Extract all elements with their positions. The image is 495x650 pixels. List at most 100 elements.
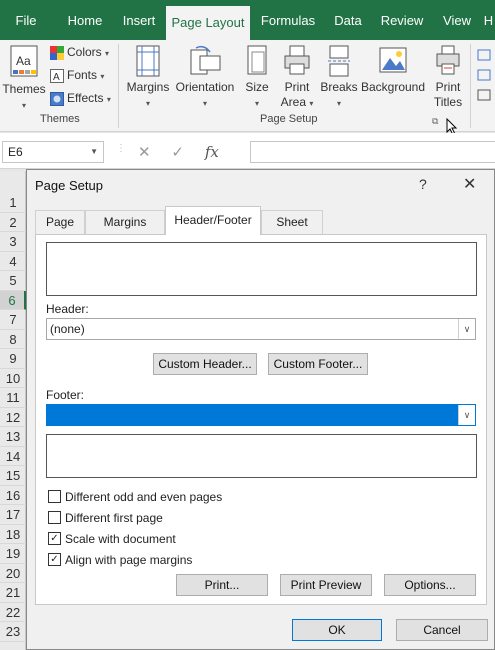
chevron-down-icon: ▾ [336, 99, 341, 108]
formula-bar: E6 ▼ ⋮ ✕ ✓ fx [0, 133, 495, 169]
breaks-label: Breaks [320, 80, 358, 94]
print-titles-button[interactable]: Print Titles [430, 44, 466, 110]
svg-text:Aa: Aa [16, 54, 31, 68]
help-icon[interactable]: ? [419, 176, 427, 192]
svg-text:A: A [53, 72, 60, 83]
background-button[interactable]: Background [359, 44, 427, 95]
row-header[interactable]: 5 [0, 271, 26, 291]
name-box[interactable]: E6 ▼ [2, 141, 104, 163]
size-button[interactable]: Size ▾ [240, 44, 274, 111]
group-separator [470, 44, 471, 128]
fonts-button[interactable]: A Fonts ▾ [50, 65, 104, 85]
orientation-button[interactable]: Orientation ▾ [172, 44, 238, 111]
print-titles-label-2: Titles [433, 95, 463, 109]
row-header[interactable]: 11 [0, 388, 26, 408]
tab-help-partial[interactable]: H [482, 0, 495, 40]
checkbox-label: Align with page margins [65, 553, 193, 567]
cancel-button[interactable]: Cancel [396, 619, 488, 641]
scale-document-checkbox[interactable]: ✓ Scale with document [48, 532, 176, 547]
tab-formulas[interactable]: Formulas [254, 0, 322, 40]
margins-label: Margins [126, 80, 170, 94]
insert-function-icon[interactable]: fx [205, 143, 219, 161]
orientation-label: Orientation [175, 80, 235, 94]
tab-data[interactable]: Data [327, 0, 369, 40]
row-header[interactable]: 12 [0, 408, 26, 427]
themes-label: Themes [2, 82, 46, 96]
row-header[interactable]: 2 [0, 213, 26, 232]
row-header[interactable]: 10 [0, 369, 26, 388]
breaks-icon [328, 45, 350, 77]
custom-footer-button[interactable]: Custom Footer... [268, 353, 368, 375]
tab-page[interactable]: Page [35, 210, 85, 234]
colors-button[interactable]: Colors ▾ [50, 42, 109, 62]
chevron-down-icon: ▾ [105, 49, 110, 58]
checkbox-box [48, 490, 61, 504]
chevron-down-icon: ▾ [106, 95, 111, 104]
print-titles-icon [436, 45, 460, 75]
background-icon [379, 47, 407, 73]
tab-sheet[interactable]: Sheet [261, 210, 323, 234]
tab-home[interactable]: Home [58, 0, 112, 40]
enter-icon[interactable]: ✓ [171, 144, 184, 161]
row-header[interactable]: 16 [0, 486, 26, 505]
chevron-down-icon: ▾ [254, 99, 259, 108]
print-preview-button[interactable]: Print Preview [280, 574, 372, 596]
ribbon: Aa Themes ▾ Colors ▾ A Fonts ▾ Effects ▾ … [0, 40, 495, 136]
checkbox-box [48, 511, 61, 525]
row-header[interactable]: 15 [0, 466, 26, 486]
group-separator [118, 44, 119, 128]
themes-icon: Aa [10, 45, 38, 77]
first-page-checkbox[interactable]: Different first page [48, 511, 163, 526]
chevron-down-icon: ▼ [90, 147, 98, 156]
tab-review[interactable]: Review [375, 0, 429, 40]
row-header[interactable]: 19 [0, 544, 26, 564]
row-header[interactable]: 4 [0, 252, 26, 271]
chevron-down-icon: ▾ [202, 99, 207, 108]
row-header[interactable]: 13 [0, 427, 26, 447]
name-box-value: E6 [8, 145, 23, 159]
tab-page-layout[interactable]: Page Layout [166, 6, 250, 40]
row-header[interactable]: 7 [0, 310, 26, 330]
formula-input[interactable] [250, 141, 495, 163]
tab-margins[interactable]: Margins [85, 210, 165, 234]
margins-button[interactable]: Margins ▾ [124, 44, 172, 111]
header-select[interactable]: (none) ∨ [46, 318, 476, 340]
row-header[interactable]: 8 [0, 330, 26, 349]
tab-file[interactable]: File [0, 0, 52, 40]
footer-select[interactable]: ∨ [46, 404, 476, 426]
row-header[interactable]: 9 [0, 349, 26, 369]
row-header[interactable]: 23 [0, 622, 26, 642]
row-header[interactable]: 17 [0, 505, 26, 525]
row-header[interactable]: 18 [0, 525, 26, 544]
row-header[interactable]: 6 [0, 290, 26, 310]
header-footer-panel: Header: (none) ∨ Custom Header... Custom… [35, 234, 487, 605]
row-header[interactable]: 3 [0, 232, 26, 252]
print-button[interactable]: Print... [176, 574, 268, 596]
checkmark-icon: ✓ [48, 553, 61, 567]
size-icon [247, 45, 267, 75]
tab-insert[interactable]: Insert [116, 0, 162, 40]
effects-button[interactable]: Effects ▾ [50, 88, 111, 108]
print-area-button[interactable]: Print Area ▾ [276, 44, 318, 111]
dialog-launcher-icon[interactable]: ⧉ [432, 116, 438, 127]
row-header[interactable]: 21 [0, 583, 26, 603]
align-margins-checkbox[interactable]: ✓ Align with page margins [48, 553, 192, 568]
row-header[interactable]: 1 [0, 193, 26, 213]
themes-button[interactable]: Aa Themes ▾ [2, 44, 46, 113]
close-icon[interactable]: ✕ [463, 174, 476, 194]
options-button[interactable]: Options... [384, 574, 476, 596]
background-label: Background [360, 80, 426, 94]
tab-header-footer[interactable]: Header/Footer [165, 206, 261, 235]
row-header[interactable]: 22 [0, 603, 26, 622]
cancel-icon[interactable]: ✕ [138, 144, 151, 161]
ok-button[interactable]: OK [292, 619, 382, 641]
tab-view[interactable]: View [436, 0, 478, 40]
custom-header-button[interactable]: Custom Header... [153, 353, 257, 375]
breaks-button[interactable]: Breaks ▾ [319, 44, 359, 111]
row-header[interactable]: 20 [0, 564, 26, 583]
dialog-title: Page Setup [35, 178, 103, 193]
chevron-down-icon: ▾ [145, 99, 150, 108]
odd-even-checkbox[interactable]: Different odd and even pages [48, 490, 222, 505]
row-header[interactable]: 14 [0, 447, 26, 466]
ribbon-tab-bar: File Home Insert Page Layout Formulas Da… [0, 0, 495, 40]
